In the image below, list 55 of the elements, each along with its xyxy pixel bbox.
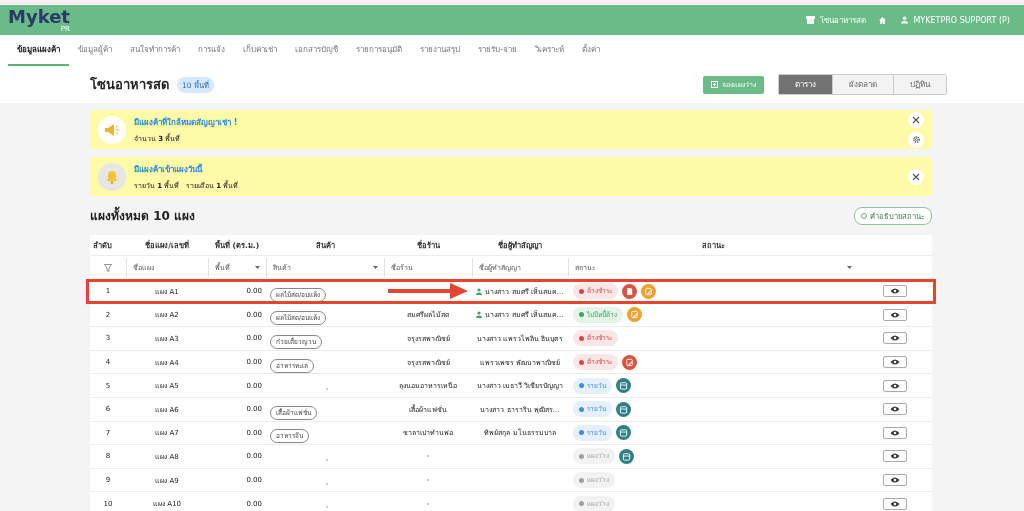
calendar-plus-icon [711,81,718,88]
settings-button[interactable] [908,131,924,148]
nav-tab[interactable]: การแจ้ง [189,35,234,66]
page-title: โซนอาหารสด [90,76,169,94]
eye-icon [890,288,900,295]
view-button[interactable] [883,308,907,321]
close-icon [912,115,920,124]
view-button[interactable] [883,356,907,369]
settings-icon [911,135,921,144]
eye-icon [890,500,900,507]
view-button[interactable] [883,285,907,298]
nav-tab[interactable]: รายการอนุมัติ [347,35,411,66]
alert-title: มีแผงค้าที่ใกล้หมดสัญญาเช่า ! [134,116,239,129]
eye-icon [890,359,900,366]
view-button[interactable] [883,403,907,416]
view-button[interactable] [883,450,907,463]
calendar-icon[interactable] [616,425,631,441]
view-tab[interactable]: ปฏิทิน [893,75,946,94]
eye-icon [890,453,900,460]
eye-icon [890,406,900,413]
nav-tab[interactable]: วิเคราะห์ [525,35,573,66]
alert-title: มีแผงค้าเข้าแผงวันนี้ [134,162,204,176]
section-title: แผงทั้งหมด 10 แผง [90,206,196,225]
view-button[interactable] [883,474,907,487]
eye-icon [890,335,900,342]
help-icon [861,212,867,219]
megaphone-icon [98,115,126,144]
filter-icon[interactable] [104,263,112,272]
nav-tab[interactable]: เอกสารบัญชี [286,35,347,66]
view-tab[interactable]: ผังตลาด [832,75,893,94]
view-tab[interactable]: ตาราง [779,75,832,94]
nav-tab[interactable]: ตั้งค่า [572,35,609,66]
edit-icon[interactable] [622,354,637,370]
close-button[interactable] [908,168,924,185]
arrow-icon [388,283,468,299]
document-icon[interactable] [622,283,637,299]
nav-tab[interactable]: เก็บค่าเช่า [234,35,286,66]
calendar-icon[interactable] [619,448,634,464]
close-icon [912,172,920,181]
view-button[interactable] [883,332,907,345]
view-button[interactable] [883,497,907,510]
calendar-icon[interactable] [616,401,631,417]
calendar-icon[interactable] [616,378,631,394]
close-button[interactable] [908,111,924,128]
bell-icon [98,162,126,191]
nav-tab[interactable]: สนใจทำการค้า [121,35,189,66]
eye-icon [890,382,900,389]
eye-icon [890,429,900,436]
eye-icon [890,311,900,318]
nav-tab[interactable]: รายรับ-จ่าย [469,35,526,66]
nav-tab[interactable]: ข้อมูลผู้ค้า [69,35,121,66]
nav-tab[interactable]: รายงานสรุป [411,35,469,66]
eye-icon [890,477,900,484]
view-button[interactable] [883,426,907,439]
view-button[interactable] [883,379,907,392]
